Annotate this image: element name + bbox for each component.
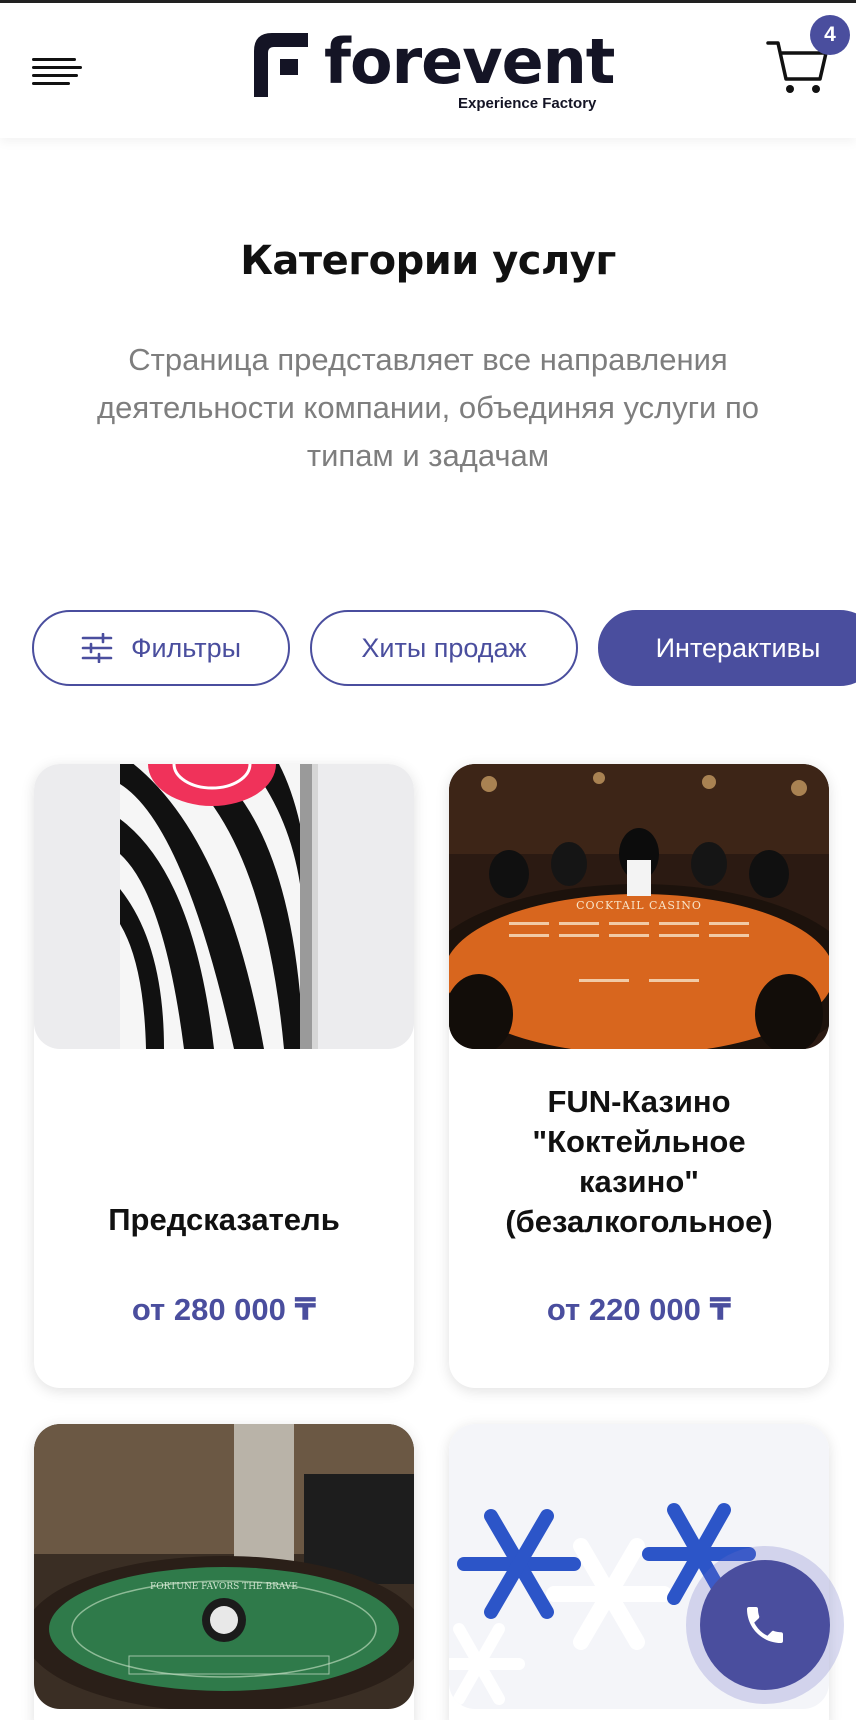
- logo-wordmark: forevent: [324, 25, 615, 98]
- service-card[interactable]: FORTUNE FAVORS THE BRAVE: [34, 1424, 414, 1720]
- poker-table-text: FORTUNE FAVORS THE BRAVE: [150, 1582, 298, 1592]
- logo[interactable]: forevent Experience Factory: [254, 25, 615, 115]
- card-image-poker-table: FORTUNE FAVORS THE BRAVE: [34, 1424, 414, 1709]
- sliders-icon: [81, 633, 113, 663]
- card-price: от 220 000 ₸: [546, 1292, 732, 1327]
- service-card[interactable]: COCKTAIL CASINO FUN-Казино "Коктейльное …: [449, 764, 829, 1388]
- card-price: от 280 000 ₸: [131, 1292, 317, 1327]
- filter-chips: Фильтры Хиты продаж Интерактивы: [32, 610, 856, 686]
- card-title: FUN-Казино "Коктейльное казино" (безалко…: [505, 1084, 773, 1239]
- logo-mark-icon: [254, 33, 308, 97]
- card-title: Предсказатель: [108, 1202, 340, 1237]
- chip-interactives[interactable]: Интерактивы: [598, 610, 856, 686]
- hamburger-menu-icon[interactable]: [32, 58, 82, 88]
- logo-tagline: Experience Factory: [458, 95, 597, 112]
- phone-icon: [747, 1607, 783, 1643]
- filters-button[interactable]: Фильтры: [32, 610, 290, 686]
- page-description: Страница представляет все направления де…: [97, 342, 759, 473]
- service-card[interactable]: Предсказатель от 280 000 ₸: [34, 764, 414, 1388]
- cart-count-badge: 4: [810, 15, 850, 55]
- chip-bestsellers[interactable]: Хиты продаж: [310, 610, 578, 686]
- call-button[interactable]: [700, 1560, 830, 1690]
- page-title: Категории услуг: [240, 238, 616, 284]
- card-image-fortune-teller: [34, 764, 414, 1049]
- filters-label: Фильтры: [130, 632, 242, 663]
- casino-table-text: COCKTAIL CASINO: [576, 899, 702, 912]
- site-header: forevent Experience Factory: [0, 3, 856, 138]
- card-image-cocktail-casino: COCKTAIL CASINO: [449, 764, 829, 1049]
